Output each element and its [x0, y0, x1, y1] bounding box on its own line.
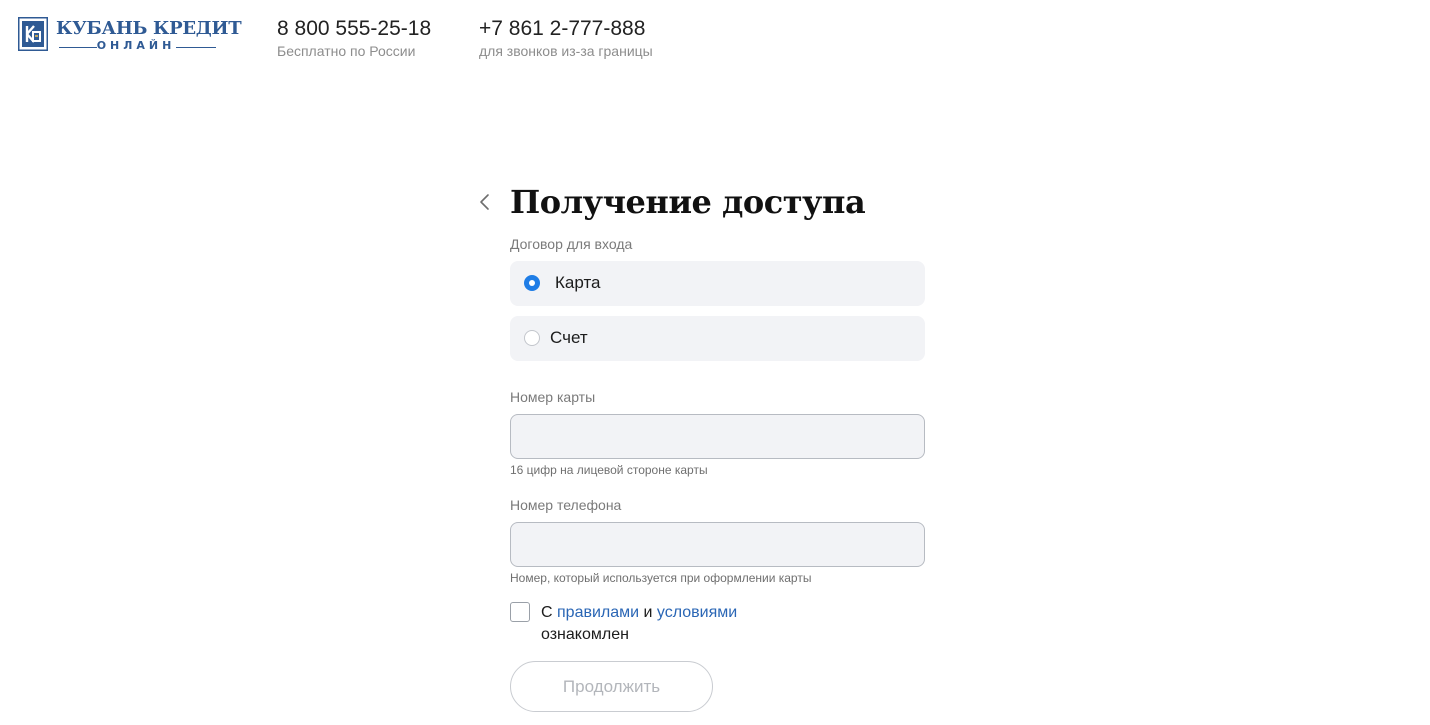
- phone-number-label: Номер телефона: [510, 497, 622, 513]
- logo[interactable]: КУБАНЬ КРЕДИТ ОНЛАЙН: [18, 17, 242, 57]
- phone-number-input[interactable]: [510, 522, 925, 567]
- phone-abroad: +7 861 2-777-888 для звонков из-за грани…: [479, 16, 653, 60]
- card-number-label: Номер карты: [510, 389, 596, 405]
- logo-divider-right: [176, 47, 216, 48]
- chevron-left-icon: [480, 194, 489, 210]
- radio-label-card: Карта: [555, 273, 601, 292]
- continue-button[interactable]: Продолжить: [510, 661, 713, 712]
- consent-conjunction: и: [639, 604, 657, 621]
- card-number-hint: 16 цифр на лицевой стороне карты: [510, 463, 708, 477]
- radio-unchecked-icon[interactable]: [524, 330, 540, 346]
- logo-title: КУБАНЬ КРЕДИТ: [56, 18, 242, 39]
- consent-suffix: ознакомлен: [541, 626, 629, 643]
- consent-prefix: С: [541, 604, 557, 621]
- kuban-kredit-logo-icon: [18, 17, 48, 51]
- consent-text: С правилами и условиями ознакомлен: [541, 602, 771, 646]
- radio-label-account: Счет: [550, 328, 588, 347]
- radio-checked-icon[interactable]: [524, 275, 540, 291]
- rules-link[interactable]: правилами: [557, 604, 639, 621]
- phone-russia: 8 800 555-25-18 Бесплатно по России: [277, 16, 431, 60]
- phone-number-hint: Номер, который используется при оформлен…: [510, 571, 812, 585]
- radio-option-account[interactable]: Счет: [510, 316, 925, 361]
- card-number-input[interactable]: [510, 414, 925, 459]
- phone-note: Бесплатно по России: [277, 43, 416, 59]
- phone-note: для звонков из-за границы: [479, 43, 653, 59]
- radio-option-card[interactable]: Карта: [510, 261, 925, 306]
- phone-number[interactable]: 8 800 555-25-18: [277, 16, 431, 42]
- back-button[interactable]: [474, 190, 496, 214]
- terms-link[interactable]: условиями: [657, 604, 737, 621]
- consent-checkbox[interactable]: [510, 602, 530, 622]
- logo-subtitle: ОНЛАЙН: [96, 39, 176, 52]
- contract-label: Договор для входа: [510, 236, 633, 252]
- phone-number[interactable]: +7 861 2-777-888: [479, 16, 653, 42]
- page-title: Получение доступа: [510, 183, 866, 221]
